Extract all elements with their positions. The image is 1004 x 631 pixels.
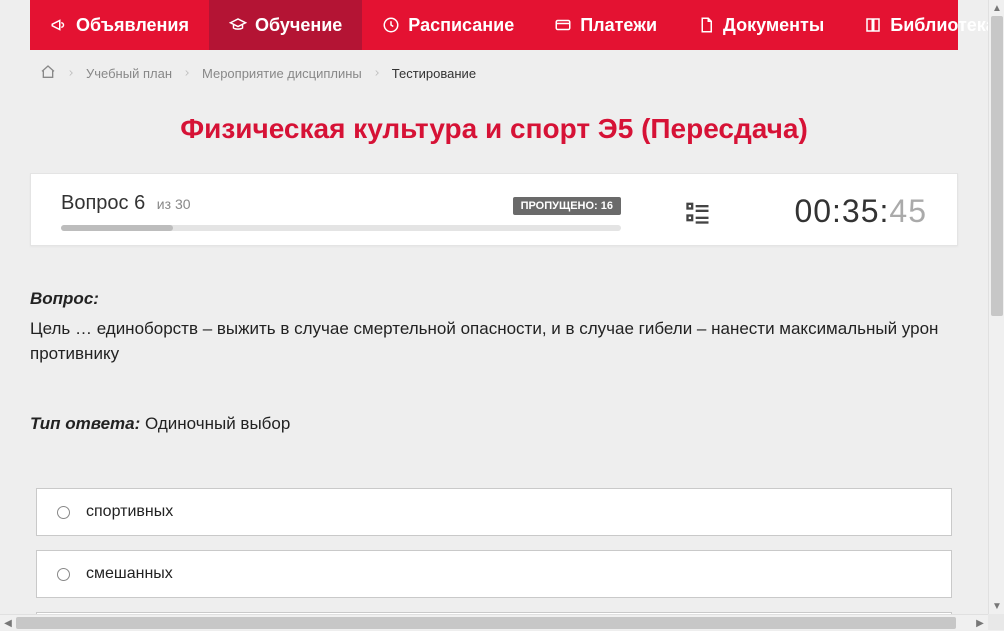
nav-learning[interactable]: Обучение — [209, 0, 362, 50]
nav-label: Библиотека — [890, 15, 988, 36]
question-body: Вопрос: Цель … единоборств – выжить в сл… — [30, 246, 958, 436]
answer-option[interactable]: спортивных — [36, 488, 952, 536]
question-total-label: из 30 — [157, 196, 191, 212]
breadcrumb-link[interactable]: Учебный план — [86, 66, 172, 81]
breadcrumb-link[interactable]: Мероприятие дисциплины — [202, 66, 362, 81]
nav-documents[interactable]: Документы — [677, 0, 844, 50]
question-label: Вопрос: — [30, 286, 958, 312]
timer: 00:35:45 — [794, 193, 927, 230]
nav-library[interactable]: Библиотека — [844, 0, 988, 50]
home-icon[interactable] — [40, 64, 56, 83]
nav-payments[interactable]: Платежи — [534, 0, 677, 50]
breadcrumb-current: Тестирование — [392, 66, 476, 81]
radio-icon — [57, 506, 70, 519]
document-icon — [697, 16, 715, 34]
question-list-button[interactable] — [681, 195, 715, 229]
scroll-down-arrow-icon[interactable]: ▼ — [989, 598, 1004, 614]
question-text: Цель … единоборств – выжить в случае сме… — [30, 316, 958, 367]
scroll-left-arrow-icon[interactable]: ◀ — [0, 615, 16, 631]
vertical-scrollbar[interactable]: ▲ ▼ — [988, 0, 1004, 614]
progress-bar — [61, 225, 621, 231]
nav-label: Расписание — [408, 15, 514, 36]
scroll-up-arrow-icon[interactable]: ▲ — [989, 0, 1004, 16]
status-panel: Вопрос 6 из 30 ПРОПУЩЕНО: 16 — [30, 173, 958, 246]
nav-label: Документы — [723, 15, 824, 36]
answer-options: спортивных смешанных — [30, 488, 958, 614]
chevron-right-icon — [182, 66, 192, 81]
page-title: Физическая культура и спорт Э5 (Пересдач… — [30, 93, 958, 173]
book-icon — [864, 16, 882, 34]
nav-label: Объявления — [76, 15, 189, 36]
scroll-thumb[interactable] — [16, 617, 956, 629]
chevron-right-icon — [372, 66, 382, 81]
top-nav: Объявления Обучение Расписание Платежи — [30, 0, 958, 50]
nav-label: Обучение — [255, 15, 342, 36]
answer-type: Тип ответа: Одиночный выбор — [30, 411, 958, 437]
scroll-corner — [988, 614, 1004, 630]
card-icon — [554, 16, 572, 34]
scroll-thumb[interactable] — [991, 16, 1003, 316]
nav-schedule[interactable]: Расписание — [362, 0, 534, 50]
clock-icon — [382, 16, 400, 34]
question-number-label: Вопрос 6 — [61, 192, 151, 214]
radio-icon — [57, 568, 70, 581]
answer-option[interactable]: смешанных — [36, 550, 952, 598]
breadcrumb: Учебный план Мероприятие дисциплины Тест… — [30, 50, 958, 93]
option-label: смешанных — [86, 565, 173, 583]
megaphone-icon — [50, 16, 68, 34]
progress-fill — [61, 225, 173, 231]
gradcap-icon — [229, 16, 247, 34]
scroll-right-arrow-icon[interactable]: ▶ — [972, 615, 988, 631]
chevron-right-icon — [66, 66, 76, 81]
nav-announcements[interactable]: Объявления — [30, 0, 209, 50]
skipped-badge: ПРОПУЩЕНО: 16 — [513, 197, 621, 215]
nav-label: Платежи — [580, 15, 657, 36]
horizontal-scrollbar[interactable]: ◀ ▶ — [0, 614, 988, 630]
option-label: спортивных — [86, 503, 173, 521]
